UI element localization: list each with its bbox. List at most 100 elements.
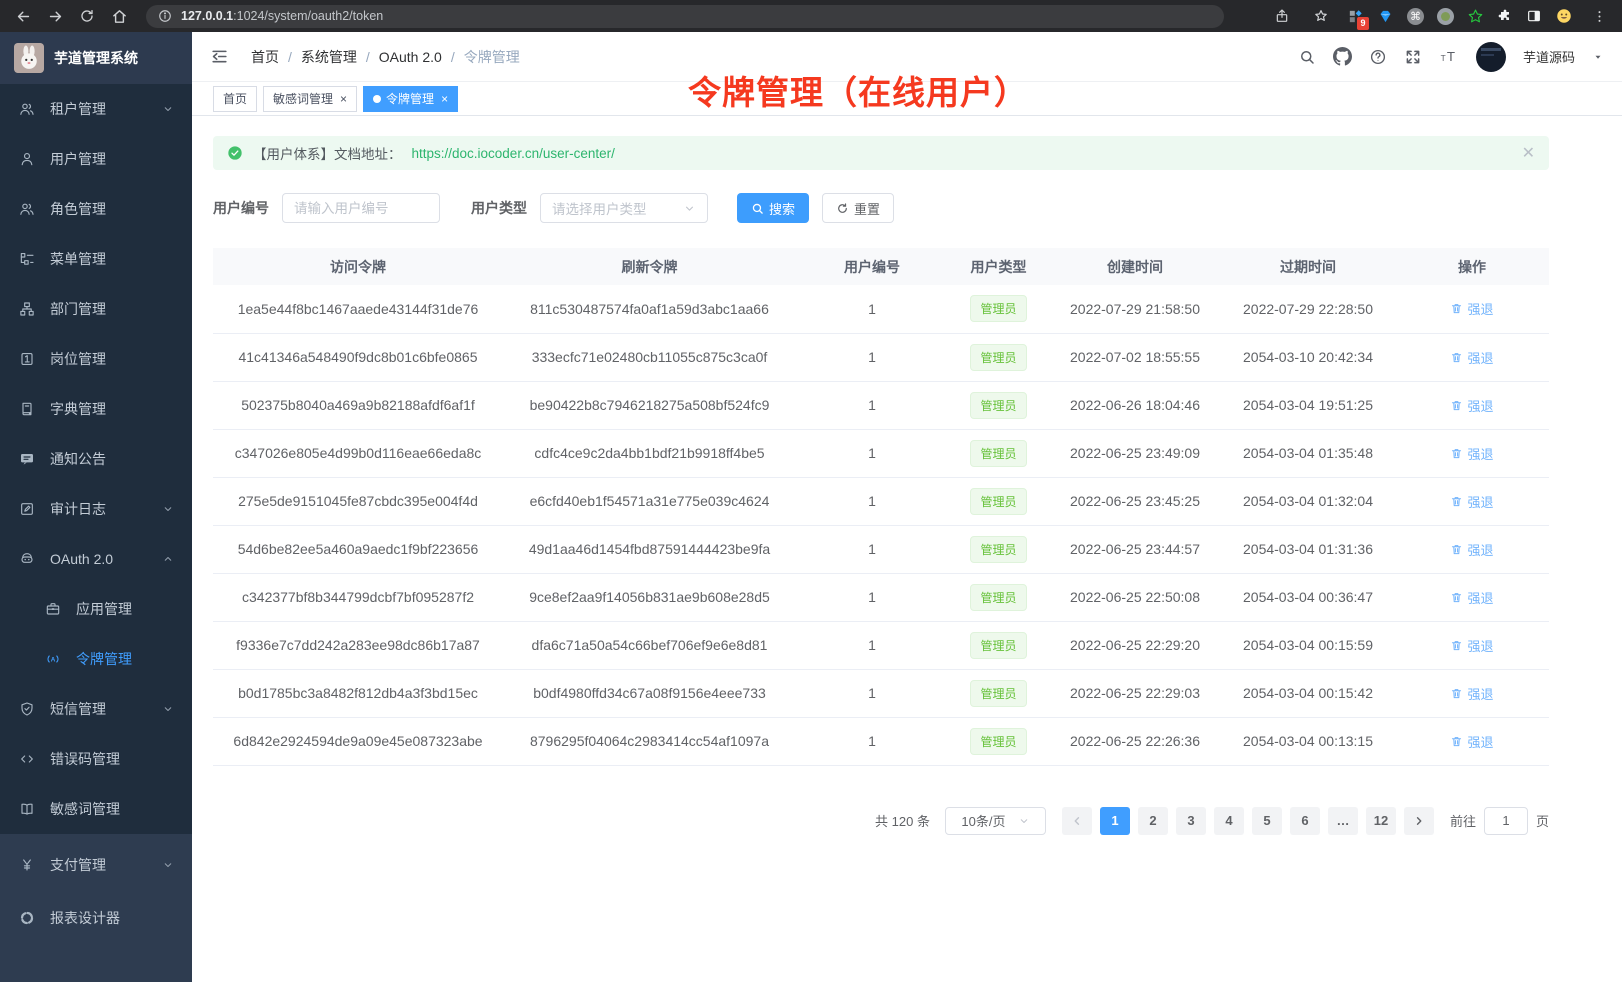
- force-logout-button[interactable]: 强退: [1450, 444, 1493, 463]
- site-info-icon[interactable]: [158, 9, 172, 23]
- page-button-6[interactable]: 6: [1290, 807, 1320, 835]
- search-button[interactable]: 搜索: [737, 193, 809, 223]
- access-cell: f9336e7c7dd242a283ee98dc86b17a87: [213, 621, 503, 669]
- tab-label: 首页: [223, 90, 247, 107]
- action-cell: 强退: [1395, 525, 1549, 573]
- sidebar-item-error-code[interactable]: 错误码管理: [0, 734, 192, 784]
- page-button-4[interactable]: 4: [1214, 807, 1244, 835]
- sidebar-item-dict[interactable]: 字典管理: [0, 384, 192, 434]
- page-button-2[interactable]: 2: [1138, 807, 1168, 835]
- sidebar-item-notice[interactable]: 通知公告: [0, 434, 192, 484]
- tab-首页[interactable]: 首页: [213, 86, 257, 112]
- sidebar-item-report-designer[interactable]: 报表设计器: [0, 891, 192, 944]
- sidebar-menu-bottom: 支付管理报表设计器: [0, 834, 192, 982]
- refresh-cell: cdfc4ce9c2da4bb1bdf21b9918ff4be5: [503, 429, 796, 477]
- share-button[interactable]: [1269, 3, 1295, 29]
- sidebar-item-dept[interactable]: 部门管理: [0, 284, 192, 334]
- more-pages-button[interactable]: …: [1328, 807, 1358, 835]
- force-logout-button[interactable]: 强退: [1450, 540, 1493, 559]
- font-size-icon[interactable]: TT: [1439, 47, 1459, 67]
- user-type-select[interactable]: 请选择用户类型: [540, 193, 708, 223]
- user-id-input[interactable]: [282, 193, 440, 223]
- sidebar-collapse-icon[interactable]: [210, 47, 229, 66]
- sidebar-toggle-button[interactable]: [1526, 8, 1542, 24]
- action-cell: 强退: [1395, 285, 1549, 333]
- page-button-12[interactable]: 12: [1366, 807, 1396, 835]
- refresh-cell: e6cfd40eb1f54571a31e775e039c4624: [503, 477, 796, 525]
- tab-敏感词管理[interactable]: 敏感词管理×: [263, 86, 357, 112]
- page-button-5[interactable]: 5: [1252, 807, 1282, 835]
- home-button[interactable]: [106, 3, 132, 29]
- app-logo[interactable]: 芋道管理系统: [0, 32, 192, 84]
- reset-button[interactable]: 重置: [822, 193, 894, 223]
- breadcrumb-item[interactable]: OAuth 2.0: [379, 49, 442, 65]
- force-logout-button[interactable]: 强退: [1450, 348, 1493, 367]
- goto-page-input[interactable]: [1484, 807, 1528, 835]
- extension-star-icon[interactable]: [1467, 8, 1484, 25]
- page-size-select[interactable]: 10条/页: [945, 807, 1046, 835]
- sidebar-item-sensitive-word[interactable]: 敏感词管理: [0, 784, 192, 834]
- trash-icon: [1450, 495, 1463, 508]
- doc-alert: 【用户体系】文档地址： https://doc.iocoder.cn/user-…: [213, 136, 1549, 170]
- reload-button[interactable]: [74, 3, 100, 29]
- extension-record-icon[interactable]: [1437, 8, 1454, 25]
- force-logout-button[interactable]: 强退: [1450, 684, 1493, 703]
- trash-icon: [1450, 399, 1463, 412]
- bookmark-star-button[interactable]: [1308, 3, 1334, 29]
- breadcrumb-item[interactable]: 系统管理: [301, 47, 357, 67]
- user-avatar[interactable]: [1476, 42, 1506, 72]
- url-bar[interactable]: 127.0.0.1:1024/system/oauth2/token: [146, 5, 1224, 28]
- tab-close-icon[interactable]: ×: [340, 93, 347, 105]
- sidebar-item-oauth2-token[interactable]: A令牌管理: [0, 634, 192, 684]
- force-logout-button[interactable]: 强退: [1450, 492, 1493, 511]
- back-button[interactable]: [10, 3, 36, 29]
- force-logout-button[interactable]: 强退: [1450, 588, 1493, 607]
- profile-emoji-avatar[interactable]: [1555, 7, 1573, 25]
- fullscreen-icon[interactable]: [1404, 48, 1422, 66]
- tab-令牌管理[interactable]: 令牌管理×: [363, 86, 458, 112]
- access-cell: 6d842e2924594de9a09e45e087323abe: [213, 717, 503, 765]
- extension-cmd-icon[interactable]: ⌘: [1407, 8, 1424, 25]
- extension-gem-icon[interactable]: [1377, 8, 1394, 25]
- tab-close-icon[interactable]: ×: [441, 93, 448, 105]
- extensions-puzzle-button[interactable]: [1497, 8, 1513, 24]
- sidebar-item-pay[interactable]: 支付管理: [0, 838, 192, 891]
- sidebar-item-role[interactable]: 角色管理: [0, 184, 192, 234]
- alert-doc-link[interactable]: https://doc.iocoder.cn/user-center/: [412, 146, 615, 161]
- sidebar-item-post[interactable]: 岗位管理: [0, 334, 192, 384]
- force-logout-button[interactable]: 强退: [1450, 636, 1493, 655]
- table-row: 1ea5e44f8bc1467aaede43144f31de76811c5304…: [213, 285, 1549, 333]
- user-name[interactable]: 芋道源码: [1523, 47, 1575, 66]
- user-type-tag: 管理员: [970, 344, 1026, 371]
- page-button-1[interactable]: 1: [1100, 807, 1130, 835]
- sidebar-item-tenant[interactable]: 租户管理: [0, 84, 192, 134]
- extension-grid-icon[interactable]: 9: [1347, 8, 1364, 25]
- sidebar-item-audit-log[interactable]: 审计日志: [0, 484, 192, 534]
- refresh-cell: be90422b8c7946218275a508bf524fc9: [503, 381, 796, 429]
- force-logout-button[interactable]: 强退: [1450, 299, 1493, 318]
- browser-menu-button[interactable]: [1586, 3, 1612, 29]
- prev-page-button[interactable]: [1062, 807, 1092, 835]
- sidebar-item-menu[interactable]: 菜单管理: [0, 234, 192, 284]
- created-cell: 2022-06-25 22:29:03: [1049, 669, 1221, 717]
- alert-close-icon[interactable]: ✕: [1522, 143, 1535, 163]
- help-icon[interactable]: [1369, 48, 1387, 66]
- github-icon[interactable]: [1333, 47, 1352, 66]
- sidebar-item-label: 用户管理: [50, 149, 106, 169]
- sidebar-item-sms[interactable]: 短信管理: [0, 684, 192, 734]
- sidebar-item-oauth2-app[interactable]: 应用管理: [0, 584, 192, 634]
- next-page-button[interactable]: [1404, 807, 1434, 835]
- table-row: 275e5de9151045fe87cbdc395e004f4de6cfd40e…: [213, 477, 1549, 525]
- sidebar-item-oauth2[interactable]: OAuth 2.0: [0, 534, 192, 584]
- breadcrumb-item[interactable]: 首页: [251, 47, 279, 67]
- breadcrumb-separator: /: [451, 49, 455, 65]
- force-logout-button[interactable]: 强退: [1450, 396, 1493, 415]
- page-button-3[interactable]: 3: [1176, 807, 1206, 835]
- forward-button[interactable]: [42, 3, 68, 29]
- extension-badge: 9: [1357, 17, 1369, 30]
- force-logout-button[interactable]: 强退: [1450, 732, 1493, 751]
- user-menu-caret-icon[interactable]: [1592, 51, 1604, 63]
- sidebar-item-user[interactable]: 用户管理: [0, 134, 192, 184]
- search-icon[interactable]: [1298, 48, 1316, 66]
- badge-icon: [18, 351, 36, 367]
